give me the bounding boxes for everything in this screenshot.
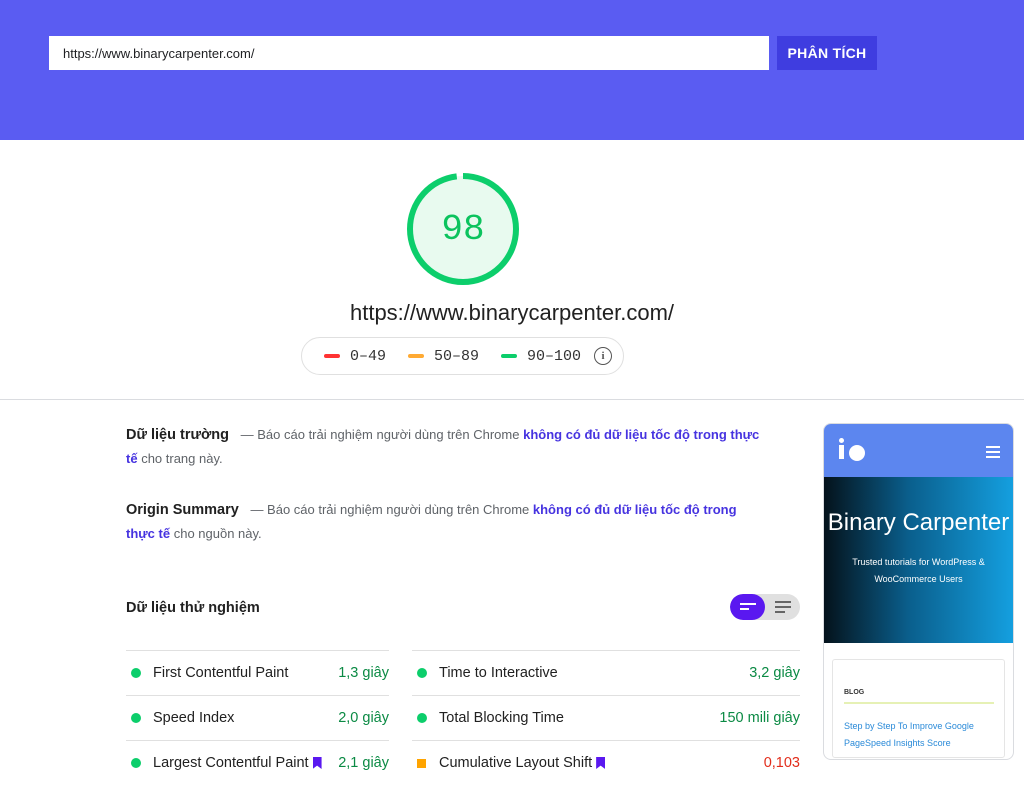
preview-header: [824, 424, 1013, 477]
preview-post-link: Step by Step To Improve Google PageSpeed…: [844, 721, 974, 748]
lab-data-title: Dữ liệu thử nghiệm: [126, 600, 260, 616]
average-indicator: [417, 758, 426, 768]
legend-label-good: 90–100: [527, 347, 582, 365]
compact-view-button[interactable]: [730, 594, 765, 620]
pass-indicator: [417, 668, 427, 678]
score-value: 98: [441, 208, 485, 250]
preview-blog-card: BLOG Step by Step To Improve Google Page…: [832, 659, 1005, 758]
legend-label-poor: 0–49: [349, 347, 386, 365]
metric-value: 2,0 giây: [338, 710, 389, 726]
metric-name: Largest Contentful Paint: [153, 755, 309, 771]
good-range-marker: [501, 354, 517, 358]
metric-name: Time to Interactive: [439, 665, 558, 681]
metric-value: 0,103: [763, 755, 800, 771]
field-data-section: Dữ liệu trường — Báo cáo trải nghiệm ngư…: [126, 423, 766, 470]
core-web-vital-bookmark-icon: [596, 757, 606, 769]
preview-hero-title: Binary Carpenter: [827, 509, 1010, 536]
field-data-suffix: cho trang này.: [141, 451, 223, 466]
metric-value: 1,3 giây: [338, 665, 389, 681]
legend-label-average: 50–89: [433, 347, 479, 365]
field-data-description: — Báo cáo trải nghiệm người dùng trên Ch…: [240, 427, 520, 442]
metric-row: First Contentful Paint 1,3 giây: [126, 650, 389, 695]
metric-value: 3,2 giây: [749, 665, 800, 681]
average-range-marker: [407, 354, 424, 358]
page-screenshot-preview: Binary Carpenter Trusted tutorials for W…: [823, 423, 1014, 760]
legend-item-average: 50–89: [407, 347, 479, 365]
metric-row: Total Blocking Time 150 mili giây: [412, 695, 800, 740]
metric-row: Time to Interactive 3,2 giây: [412, 650, 800, 695]
preview-hero: Binary Carpenter Trusted tutorials for W…: [824, 477, 1013, 643]
header-bar: [0, 0, 1024, 140]
score-legend: 0–49 50–89 90–100 i: [301, 337, 624, 375]
preview-blog-label: BLOG: [844, 689, 865, 696]
legend-item-good: 90–100: [501, 348, 581, 365]
pass-indicator: [131, 668, 141, 678]
origin-summary-title: Origin Summary: [126, 502, 239, 518]
origin-summary-description: — Báo cáo trải nghiệm người dùng trên Ch…: [250, 502, 530, 517]
score-gauge: 98: [404, 170, 522, 288]
view-toggle[interactable]: [730, 594, 800, 620]
site-logo-circle: [849, 445, 865, 461]
poor-range-marker: [323, 354, 340, 358]
metric-value: 150 mili giây: [719, 710, 800, 726]
analyze-button[interactable]: PHÂN TÍCH: [777, 36, 877, 70]
metric-row: Largest Contentful Paint 2,1 giây: [126, 740, 389, 785]
lab-metrics-left: First Contentful Paint 1,3 giây Speed In…: [126, 650, 389, 785]
preview-hero-subtitle: Trusted tutorials for WordPress & WooCom…: [852, 557, 985, 584]
pass-indicator: [417, 713, 427, 723]
expanded-list-icon: [774, 601, 791, 613]
url-input[interactable]: [49, 36, 769, 70]
field-data-title: Dữ liệu trường: [126, 427, 230, 443]
origin-summary-section: Origin Summary — Báo cáo trải nghiệm ngư…: [126, 498, 766, 545]
legend-item-poor: 0–49: [323, 347, 386, 365]
analyzed-url: https://www.binarycarpenter.com/: [349, 300, 675, 325]
pass-indicator: [131, 713, 141, 723]
pass-indicator: [131, 758, 141, 768]
metric-value: 2,1 giây: [338, 755, 389, 771]
metric-row: Speed Index 2,0 giây: [126, 695, 389, 740]
compact-list-icon: [739, 603, 756, 610]
lab-metrics-right: Time to Interactive 3,2 giây Total Block…: [412, 650, 800, 785]
metric-name: Speed Index: [153, 710, 235, 726]
info-icon[interactable]: i: [594, 347, 613, 365]
hamburger-menu-icon: [986, 446, 1000, 461]
expanded-view-button[interactable]: [765, 594, 800, 620]
section-divider: [0, 399, 1024, 400]
preview-blog-rule: [844, 702, 994, 704]
metric-name: Total Blocking Time: [439, 710, 564, 726]
metric-name: First Contentful Paint: [153, 665, 289, 681]
site-logo-icon: [839, 438, 844, 460]
core-web-vital-bookmark-icon: [312, 757, 322, 769]
origin-summary-suffix: cho nguồn này.: [173, 526, 262, 541]
metric-row: Cumulative Layout Shift 0,103: [412, 740, 800, 785]
metric-name: Cumulative Layout Shift: [439, 755, 593, 771]
